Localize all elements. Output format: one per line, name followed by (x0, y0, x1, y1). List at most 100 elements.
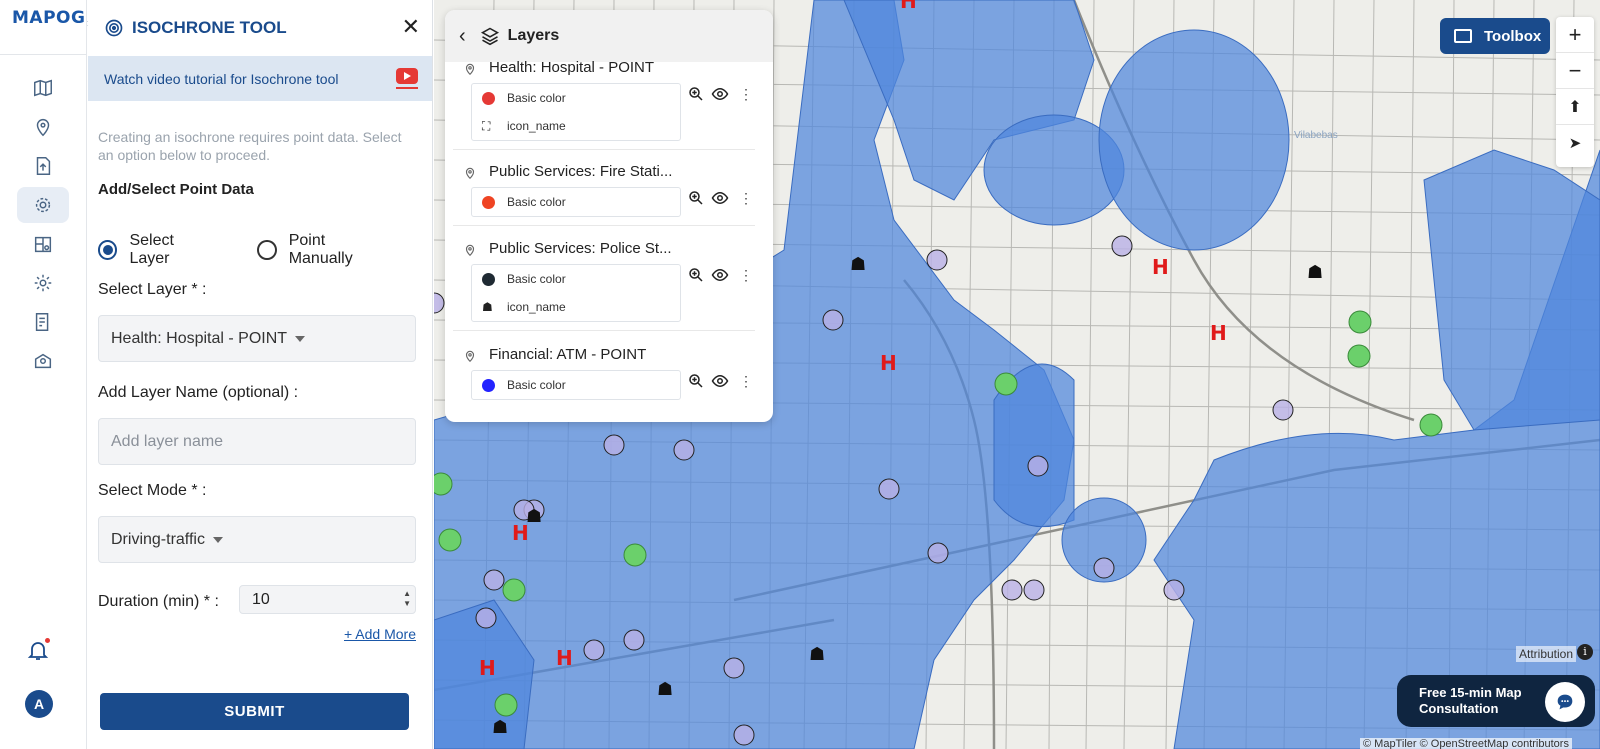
select-layer-value: Health: Hospital - POINT (111, 329, 288, 347)
layers-title: Layers (507, 27, 560, 44)
police-marker[interactable]: ☗ (1307, 262, 1323, 283)
pin-icon (463, 348, 477, 364)
toolbox-button[interactable]: Toolbox (1440, 18, 1550, 54)
duration-value: 10 (252, 590, 270, 608)
zoom-out-button[interactable]: − (1556, 53, 1594, 89)
duration-label: Duration (min) * : (98, 593, 219, 610)
location-pin-icon[interactable] (17, 109, 69, 145)
map-place-label: Vilabebas (1294, 130, 1338, 141)
map-share-icon[interactable] (17, 343, 69, 379)
police-marker[interactable]: ☗ (526, 506, 542, 527)
submit-button[interactable]: SUBMIT (100, 693, 409, 730)
zoom-to-layer-icon[interactable] (687, 85, 705, 103)
police-marker[interactable]: ☗ (809, 644, 825, 665)
map-copyright[interactable]: © MapTiler © OpenStreetMap contributors (1360, 738, 1572, 749)
layer-style-row[interactable]: Basic color (472, 265, 680, 293)
select-mode-dropdown[interactable]: Driving-traffic (98, 516, 416, 563)
layer-divider (453, 225, 755, 226)
layer-actions: ⋮ (687, 85, 753, 103)
gear-settings-icon[interactable] (17, 187, 69, 223)
tutorial-link[interactable]: Watch video tutorial for Isochrone tool (104, 71, 339, 87)
more-options-icon[interactable]: ⋮ (739, 267, 753, 284)
number-spinner[interactable]: ▲ ▼ (403, 589, 411, 609)
layer-style-row[interactable]: Basic color (472, 84, 680, 112)
layer-style-row[interactable]: ⛶ icon_name (472, 112, 680, 140)
layer-style-box[interactable]: Basic color ☗ icon_name (471, 264, 681, 322)
report-icon[interactable] (17, 304, 69, 340)
layer-name: Financial: ATM - POINT (489, 346, 647, 363)
duration-input[interactable]: 10 ▲ ▼ (239, 585, 416, 614)
map-analysis-icon[interactable] (17, 226, 69, 262)
chat-icon[interactable] (1545, 682, 1585, 722)
panel-header: ISOCHRONE TOOL (88, 0, 432, 56)
point-source-radio-group: Select Layer Point Manually (98, 232, 432, 268)
layer-style-row[interactable]: Basic color (472, 371, 680, 399)
compass-icon[interactable]: ⬆ (1556, 89, 1594, 125)
attribution-label[interactable]: Attribution (1516, 646, 1577, 662)
hospital-marker[interactable]: H (479, 656, 496, 680)
select-layer-dropdown[interactable]: Health: Hospital - POINT (98, 315, 416, 362)
more-options-icon[interactable]: ⋮ (739, 86, 753, 103)
zoom-to-layer-icon[interactable] (687, 266, 705, 284)
police-icon: ☗ (482, 300, 493, 314)
eye-icon[interactable] (711, 85, 729, 103)
layer-name: Health: Hospital - POINT (489, 59, 655, 76)
hospital-marker[interactable]: H (900, 0, 917, 13)
layer-style-box[interactable]: Basic color (471, 187, 681, 217)
notification-bell-icon[interactable] (26, 638, 52, 664)
hint-text: Creating an isochrone requires point dat… (98, 129, 402, 163)
zoom-in-button[interactable]: + (1556, 17, 1594, 53)
hospital-marker[interactable]: H (556, 646, 573, 670)
layer-style-row[interactable]: Basic color (472, 188, 680, 216)
add-more-link[interactable]: + Add More (344, 626, 416, 642)
youtube-icon[interactable] (396, 68, 418, 84)
hospital-marker[interactable]: H (1210, 321, 1227, 345)
mapog-logo[interactable]: MAPOG (12, 8, 85, 28)
layer-style-row[interactable]: ☗ icon_name (472, 293, 680, 321)
back-chevron-icon[interactable]: ‹ (459, 25, 466, 48)
left-rail: MAPOG A (0, 0, 87, 749)
color-swatch[interactable] (482, 378, 495, 392)
radio-select-layer[interactable]: Select Layer (98, 232, 215, 268)
hospital-marker[interactable]: H (880, 351, 897, 375)
layer-actions: ⋮ (687, 372, 753, 390)
color-swatch[interactable] (482, 91, 495, 105)
info-icon[interactable]: i (1577, 644, 1593, 660)
eye-icon[interactable] (711, 189, 729, 207)
eye-icon[interactable] (711, 372, 729, 390)
radio-select-layer-dot[interactable] (98, 240, 118, 260)
zoom-to-layer-icon[interactable] (687, 372, 705, 390)
layer-name: Public Services: Police St... (489, 240, 672, 257)
police-marker[interactable]: ☗ (657, 679, 673, 700)
locate-icon[interactable]: ➤ (1556, 125, 1594, 161)
app-root: MAPOG A › (0, 0, 1600, 749)
radio-point-manually-dot[interactable] (257, 240, 277, 260)
layer-style-box[interactable]: Basic color ⛶ icon_name (471, 83, 681, 141)
layer-style-label: Basic color (507, 272, 566, 286)
tutorial-banner[interactable]: Watch video tutorial for Isochrone tool (88, 56, 432, 101)
more-options-icon[interactable]: ⋮ (739, 373, 753, 390)
map-icon[interactable] (17, 70, 69, 106)
cog-icon[interactable] (17, 265, 69, 301)
eye-icon[interactable] (711, 266, 729, 284)
isochrone-icon (105, 19, 123, 37)
layer-name-placeholder: Add layer name (111, 432, 224, 450)
zoom-to-layer-icon[interactable] (687, 189, 705, 207)
more-options-icon[interactable]: ⋮ (739, 190, 753, 207)
layer-name-input[interactable]: Add layer name (98, 418, 416, 465)
upload-file-icon[interactable] (17, 148, 69, 184)
pin-icon (463, 165, 477, 181)
toolbox-label: Toolbox (1484, 27, 1542, 45)
color-swatch[interactable] (482, 272, 495, 286)
police-marker[interactable]: ☗ (492, 717, 508, 738)
hospital-marker[interactable]: H (1152, 255, 1169, 279)
avatar-initial: A (33, 696, 45, 712)
layer-style-box[interactable]: Basic color (471, 370, 681, 400)
caret-down-icon (295, 335, 306, 342)
close-icon[interactable]: ✕ (402, 16, 420, 38)
radio-point-manually[interactable]: Point Manually (257, 232, 390, 268)
color-swatch[interactable] (482, 195, 495, 209)
user-avatar[interactable]: A (25, 690, 53, 718)
police-marker[interactable]: ☗ (850, 254, 866, 275)
layers-panel: ‹ Layers Health: Hospital - POINT Basic c… (445, 10, 773, 422)
